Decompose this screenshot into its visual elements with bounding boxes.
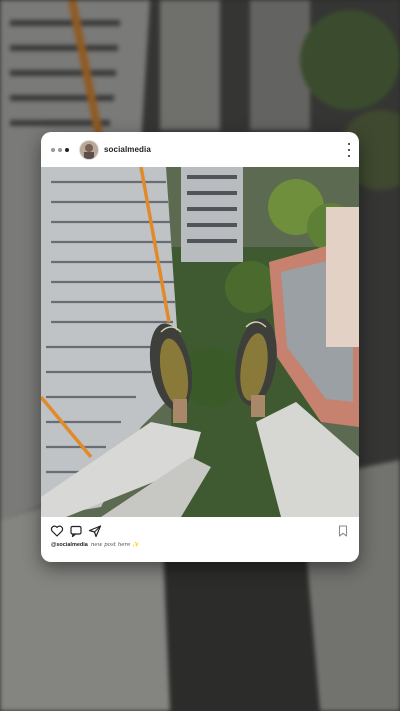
post-header: socialmedia [41, 132, 359, 168]
avatar[interactable] [80, 141, 98, 159]
caption-text: new post here ✨ [90, 542, 140, 548]
post-actions [41, 521, 359, 541]
heart-icon[interactable] [50, 524, 64, 538]
post-photo-scene [41, 167, 359, 517]
carousel-dot [51, 148, 55, 152]
carousel-dots-icon [51, 148, 69, 152]
comment-icon[interactable] [69, 524, 83, 538]
post-card: socialmedia @socialmedia new post here ✨ [41, 132, 359, 562]
avatar-image [80, 141, 98, 159]
post-image[interactable] [41, 167, 359, 517]
bookmark-icon[interactable] [336, 524, 350, 538]
send-icon[interactable] [88, 524, 102, 538]
post-username[interactable]: socialmedia [104, 145, 151, 154]
carousel-dot [58, 148, 62, 152]
caption-handle[interactable]: @socialmedia [51, 542, 88, 548]
more-vertical-icon[interactable] [346, 143, 352, 157]
post-caption: @socialmedia new post here ✨ [51, 542, 139, 548]
carousel-dot-active [65, 148, 69, 152]
